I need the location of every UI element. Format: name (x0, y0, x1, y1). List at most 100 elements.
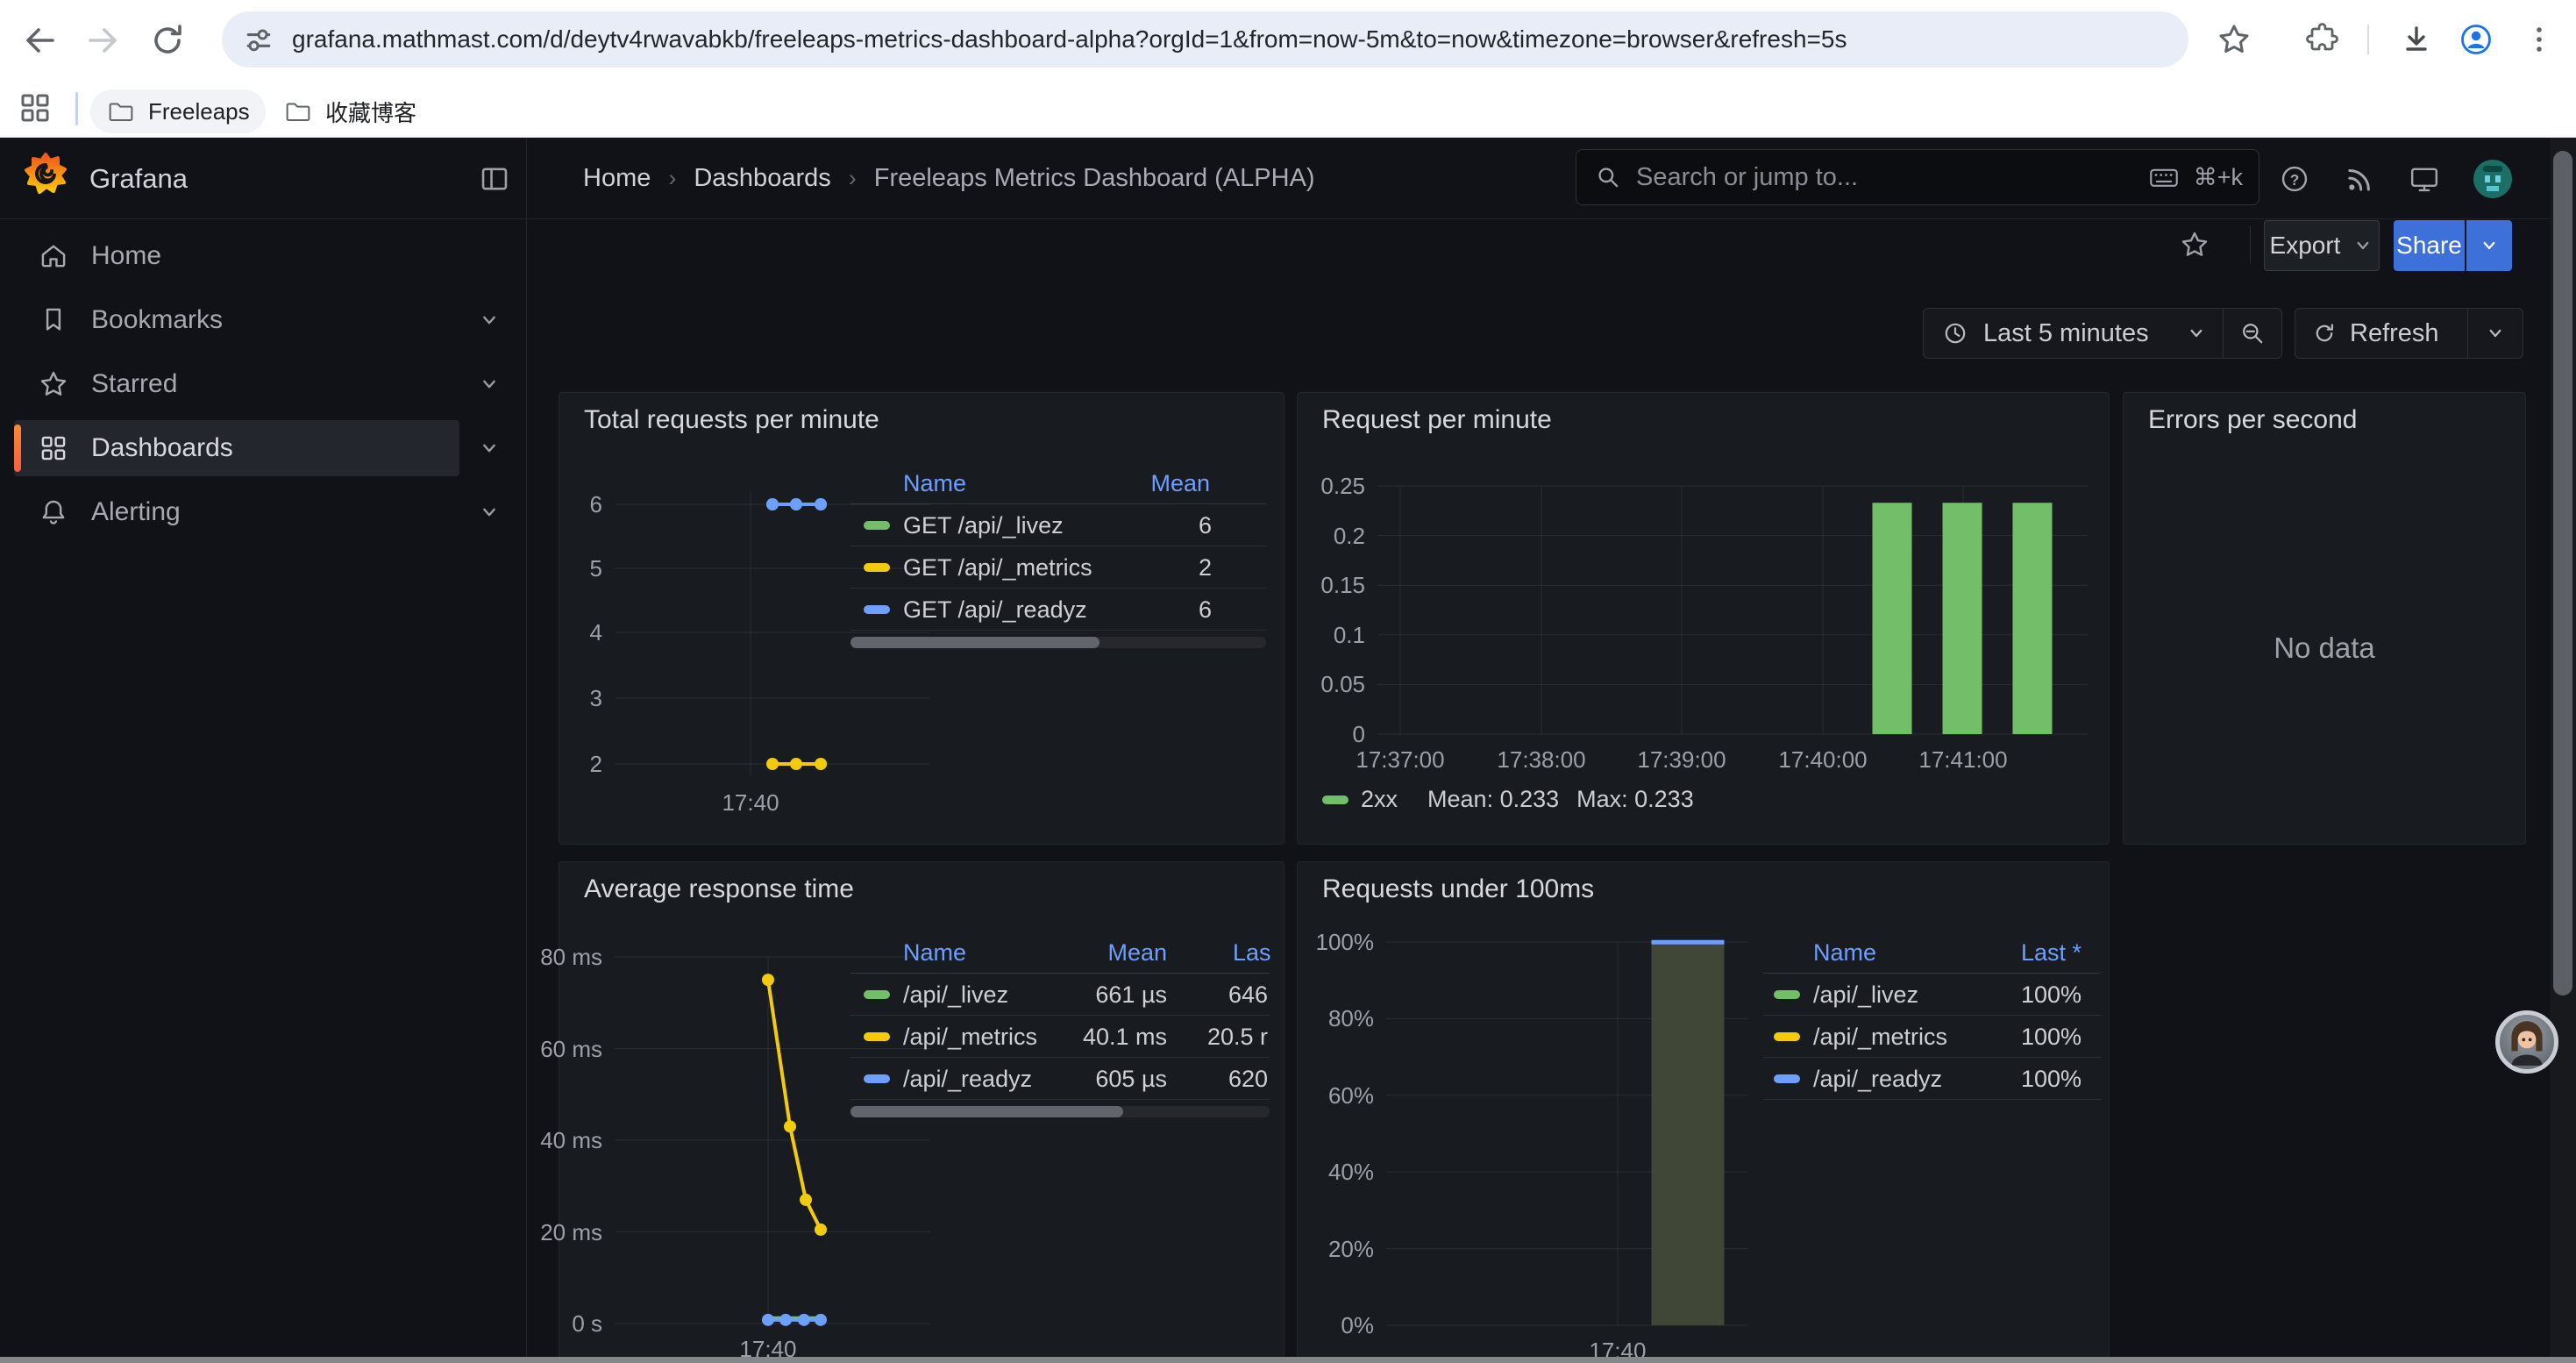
back-icon[interactable] (20, 20, 59, 59)
site-info-icon[interactable] (241, 22, 276, 57)
chart-plot (1377, 486, 2088, 734)
avatar-girl-illustration (2500, 1015, 2554, 1069)
legend[interactable]: 2xx Mean: 0.233 Max: 0.233 (1322, 786, 1694, 813)
legend-value: 6 (850, 512, 1212, 539)
sidebar-item-starred[interactable]: Starred (14, 356, 459, 412)
time-range-label: Last 5 minutes (1983, 319, 2149, 348)
panel-request-per-minute[interactable]: Request per minute 2xx Mean: 0.233 Max: … (1297, 392, 2110, 845)
legend-row[interactable]: /api/_readyz100% (1763, 1058, 2101, 1100)
apps-grid-icon[interactable] (16, 89, 54, 127)
bookmark-icon (37, 303, 70, 337)
page-scrollbar-thumb[interactable] (2553, 151, 2572, 995)
reload-icon[interactable] (148, 20, 187, 59)
sidebar-toggle-icon[interactable] (478, 162, 511, 196)
sidebar-item-bookmarks[interactable]: Bookmarks (14, 292, 459, 348)
breadcrumb-separator: › (668, 165, 676, 192)
refresh-interval-button[interactable] (2468, 323, 2523, 344)
export-button[interactable]: Export (2264, 220, 2380, 271)
legend-row[interactable]: /api/_metrics100% (1763, 1016, 2101, 1058)
bookmark-folder[interactable]: Freeleaps (90, 89, 266, 133)
panel-title: Average response time (584, 874, 854, 904)
profile-icon[interactable] (2459, 22, 2494, 57)
y-axis-tick: 3 (506, 685, 602, 711)
forward-icon[interactable] (84, 20, 123, 59)
star-icon (37, 368, 70, 401)
legend-header[interactable]: Mean (850, 939, 1167, 967)
user-avatar[interactable] (2473, 159, 2513, 199)
news-rss-icon[interactable] (2343, 162, 2376, 196)
refresh-icon (2311, 320, 2338, 346)
panel-average-response-time[interactable]: Average response time 80 ms60 ms40 ms20 … (559, 861, 1284, 1363)
search-input[interactable]: Search or jump to... ⌘+k (1576, 149, 2259, 205)
chevron-down-icon (2352, 235, 2373, 256)
chart-plot (1386, 942, 1748, 1325)
grafana-logo[interactable] (25, 153, 67, 195)
folder-icon (106, 96, 136, 126)
sidebar-item-dashboards[interactable]: Dashboards (14, 420, 459, 476)
legend-table: NameLast */api/_livez100%/api/_metrics10… (1763, 936, 2101, 1100)
y-axis-tick: 20 ms (506, 1219, 602, 1245)
browser-toolbar: grafana.mathmast.com/d/deytv4rwavabkb/fr… (0, 0, 2576, 79)
y-axis-tick: 80% (1277, 1005, 1374, 1031)
share-button[interactable]: Share (2394, 220, 2465, 271)
action-divider (2250, 226, 2251, 263)
panel-total-requests[interactable]: Total requests per minute 6543217:40Name… (559, 392, 1284, 845)
monitor-icon[interactable] (2408, 162, 2441, 196)
download-icon[interactable] (2399, 22, 2434, 57)
legend-header[interactable]: Mean (850, 470, 1210, 497)
legend-table: NameMeanGET /api/_livez6GET /api/_metric… (850, 467, 1266, 648)
legend-scrollbar-track[interactable] (850, 637, 1266, 648)
breadcrumb-item[interactable]: Home (583, 164, 651, 193)
legend-row[interactable]: GET /api/_metrics2 (850, 546, 1266, 589)
y-axis-tick: 20% (1277, 1236, 1374, 1262)
search-placeholder: Search or jump to... (1636, 163, 2134, 192)
grid-icon (37, 432, 70, 465)
y-axis-tick: 0% (1277, 1312, 1374, 1338)
legend-scrollbar-track[interactable] (850, 1106, 1270, 1117)
bookmark-folder[interactable]: 收藏博客 (267, 89, 432, 133)
legend-header[interactable]: Las (1233, 939, 1271, 967)
bookmark-label: Freeleaps (148, 98, 250, 125)
sidebar-item-alerting[interactable]: Alerting (14, 484, 459, 540)
zoom-out-button[interactable] (2224, 319, 2281, 347)
legend-scrollbar-thumb[interactable] (850, 637, 1099, 648)
refresh-button[interactable]: Refresh (2295, 319, 2467, 348)
sidebar-item-label: Dashboards (91, 433, 233, 463)
legend-value: 2 (850, 554, 1212, 582)
panel-errors-per-second[interactable]: Errors per second No data (2123, 392, 2526, 845)
chevron-down-icon (478, 309, 501, 332)
y-axis-tick: 80 ms (506, 944, 602, 970)
legend-row[interactable]: GET /api/_readyz6 (850, 589, 1266, 631)
legend-header[interactable]: Last * (1763, 939, 2081, 967)
extensions-icon[interactable] (2304, 22, 2339, 57)
breadcrumb-item[interactable]: Dashboards (694, 164, 830, 193)
y-axis-tick: 0.25 (1269, 473, 1365, 499)
url-text[interactable]: grafana.mathmast.com/d/deytv4rwavabkb/fr… (292, 25, 1847, 54)
y-axis-tick: 0.1 (1269, 622, 1365, 648)
assistant-avatar[interactable] (2495, 1010, 2558, 1074)
sidebar-item-label: Alerting (91, 497, 181, 527)
legend-row[interactable]: /api/_readyz605 µs620 (850, 1058, 1270, 1100)
legend-row[interactable]: /api/_livez661 µs646 (850, 974, 1270, 1016)
active-indicator (14, 425, 21, 472)
legend-row[interactable]: GET /api/_livez6 (850, 504, 1266, 546)
y-axis-tick: 0.15 (1269, 572, 1365, 598)
panel-requests-under-100ms[interactable]: Requests under 100ms 100%80%60%40%20%0%1… (1297, 861, 2110, 1363)
time-range-picker[interactable]: Last 5 minutes (1924, 319, 2223, 348)
bookmark-star-icon[interactable] (2215, 20, 2253, 59)
toolbar-divider (2367, 25, 2369, 54)
svg-text:?: ? (2290, 170, 2300, 188)
legend-row[interactable]: /api/_livez100% (1763, 974, 2101, 1016)
y-axis-tick: 40 ms (506, 1127, 602, 1153)
address-bar[interactable]: grafana.mathmast.com/d/deytv4rwavabkb/fr… (222, 11, 2188, 68)
legend-scrollbar-thumb[interactable] (850, 1106, 1123, 1117)
legend-row[interactable]: /api/_metrics40.1 ms20.5 r (850, 1016, 1270, 1058)
share-menu-button[interactable] (2466, 220, 2512, 271)
chevron-down-icon (478, 501, 501, 524)
no-data-message: No data (2124, 632, 2525, 665)
favorite-star-icon[interactable] (2178, 228, 2211, 261)
help-icon[interactable]: ? (2278, 162, 2311, 196)
sidebar-item-home[interactable]: Home (14, 228, 459, 284)
panel-title: Requests under 100ms (1322, 874, 1594, 904)
browser-menu-icon[interactable] (2522, 22, 2557, 57)
